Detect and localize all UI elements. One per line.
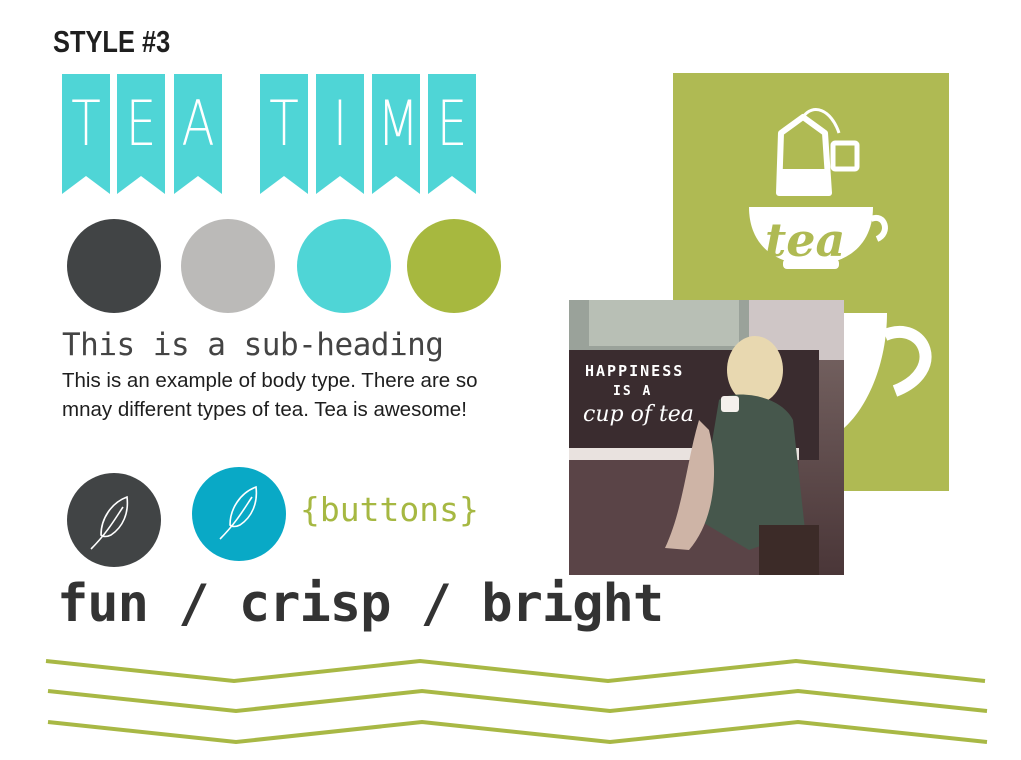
happiness-photo: HAPPINESS IS A cup of tea [569,300,844,575]
sub-heading-sample: This is a sub-heading [62,327,444,363]
banner-flag: E [428,74,476,194]
zigzag-line [45,658,986,684]
banner-letter: A [181,87,215,160]
banner-flag: T [62,74,110,194]
banner-letter: T [71,87,101,160]
swatch-green [407,219,501,313]
photo-text-happiness: HAPPINESS [585,362,685,380]
photo-text-is-a: IS A [613,384,653,399]
banner-flag: I [316,74,364,194]
banner-letter: I [332,87,348,160]
buttons-label: {buttons} [300,490,479,529]
banner-flag: T [260,74,308,194]
feather-button-dark[interactable] [67,473,161,567]
banner-letter: T [269,87,299,160]
feather-button-blue[interactable] [192,467,286,561]
photo-text-cup-of-tea: cup of tea [583,402,694,427]
banner-flag: A [174,74,222,194]
poster-tea-word: tea [765,213,846,267]
woman-at-piano-photo [569,300,844,575]
feather-icon [219,485,258,540]
banner-flag: E [117,74,165,194]
zigzag-decoration [45,658,988,745]
swatch-turquoise [297,219,391,313]
body-type-sample: This is an example of body type. There a… [62,369,478,421]
swatch-charcoal [67,219,161,313]
tagline: fun / crisp / bright [57,574,664,634]
feather-icon [90,495,129,550]
swatch-gray [181,219,275,313]
zigzag-line [47,719,988,745]
banner-letter: E [436,87,468,160]
banner-letter: E [125,87,157,160]
banner-flag: M [372,74,420,194]
style-label: STYLE #3 [53,24,171,59]
banner-letter: M [377,87,420,160]
zigzag-line [47,688,988,714]
